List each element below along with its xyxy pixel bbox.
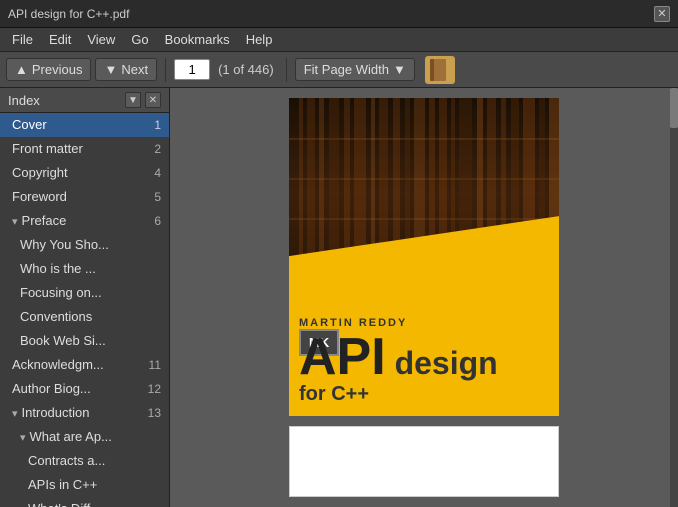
- toolbar-separator: [165, 58, 166, 82]
- sidebar-item[interactable]: APIs in C++: [0, 473, 169, 497]
- dropdown-arrow-icon: ▼: [393, 62, 406, 77]
- book-title-design: design: [386, 345, 498, 381]
- sidebar-item-label: Book Web Si...: [20, 333, 161, 348]
- up-arrow-icon: ▲: [15, 62, 28, 77]
- sidebar-item-label: Focusing on...: [20, 285, 161, 300]
- sidebar-item[interactable]: Who is the ...: [0, 257, 169, 281]
- sidebar-item[interactable]: Front matter2: [0, 137, 169, 161]
- fit-label: Fit Page Width: [304, 62, 389, 77]
- sidebar-item[interactable]: Conventions: [0, 305, 169, 329]
- sidebar-title: Index: [8, 93, 40, 108]
- sidebar-item[interactable]: Copyright4: [0, 161, 169, 185]
- book-subtitle: for C++: [299, 383, 549, 406]
- next-button[interactable]: ▼ Next: [95, 58, 157, 81]
- down-arrow-icon: ▼: [104, 62, 117, 77]
- sidebar-item-label: Copyright: [12, 165, 141, 180]
- sidebar-expand-arrow-icon: ▾: [12, 408, 18, 420]
- sidebar-item[interactable]: Acknowledgm...11: [0, 353, 169, 377]
- next-label: Next: [121, 62, 148, 77]
- menu-item-bookmarks[interactable]: Bookmarks: [157, 30, 238, 49]
- sidebar-header-buttons: ▼ ✕: [125, 92, 161, 108]
- sidebar-expand-arrow-icon: ▾: [12, 216, 18, 228]
- menu-item-help[interactable]: Help: [238, 30, 281, 49]
- book-title-api: API: [299, 328, 386, 386]
- sidebar-item-page: 1: [141, 118, 161, 132]
- sidebar-header: Index ▼ ✕: [0, 88, 169, 113]
- sidebar-item-label: APIs in C++: [28, 477, 161, 492]
- sidebar-item-label: Foreword: [12, 189, 141, 204]
- page-info: (1 of 446): [214, 62, 278, 77]
- sidebar-item-label: Cover: [12, 117, 141, 132]
- page-input[interactable]: [174, 59, 210, 80]
- sidebar-item-page: 11: [141, 358, 161, 372]
- sidebar-item-label: Who is the ...: [20, 261, 161, 276]
- sidebar-item-label: Author Biog...: [12, 381, 141, 396]
- book-main-title: API design: [299, 331, 549, 383]
- book-cover: MK MARTIN REDDY API design for C++: [289, 98, 559, 416]
- sidebar-close-button[interactable]: ✕: [145, 92, 161, 108]
- book-title-area: MARTIN REDDY API design for C++: [299, 317, 549, 406]
- sidebar-item[interactable]: ▾Preface6: [0, 209, 169, 233]
- title-bar: API design for C++.pdf ✕: [0, 0, 678, 28]
- scrollbar-thumb[interactable]: [670, 88, 678, 128]
- sidebar-item-page: 4: [141, 166, 161, 180]
- main-area: Index ▼ ✕ Cover1Front matter2Copyright4F…: [0, 88, 678, 507]
- sidebar-item-label: Front matter: [12, 141, 141, 156]
- toolbar: ▲ Previous ▼ Next (1 of 446) Fit Page Wi…: [0, 52, 678, 88]
- sidebar-item-label: Conventions: [20, 309, 161, 324]
- sidebar-item[interactable]: Contracts a...: [0, 449, 169, 473]
- sidebar-item[interactable]: What's Diff: [0, 497, 169, 507]
- sidebar: Index ▼ ✕ Cover1Front matter2Copyright4F…: [0, 88, 170, 507]
- content-area: MK MARTIN REDDY API design for C++: [170, 88, 678, 507]
- sidebar-item[interactable]: ▾Introduction13: [0, 401, 169, 425]
- fit-dropdown[interactable]: Fit Page Width ▼: [295, 58, 415, 81]
- sidebar-item-label: ▾Preface: [12, 213, 141, 228]
- menu-item-view[interactable]: View: [79, 30, 123, 49]
- sidebar-item-page: 5: [141, 190, 161, 204]
- menu-item-edit[interactable]: Edit: [41, 30, 79, 49]
- sidebar-item-page: 6: [141, 214, 161, 228]
- sidebar-item[interactable]: Focusing on...: [0, 281, 169, 305]
- page-preview: [289, 426, 559, 497]
- sidebar-item[interactable]: Author Biog...12: [0, 377, 169, 401]
- book-svg: [430, 58, 450, 82]
- sidebar-item-label: ▾What are Ap...: [20, 429, 161, 444]
- sidebar-item-label: Contracts a...: [28, 453, 161, 468]
- sidebar-item-label: ▾Introduction: [12, 405, 141, 420]
- prev-button[interactable]: ▲ Previous: [6, 58, 91, 81]
- sidebar-item-page: 2: [141, 142, 161, 156]
- sidebar-expand-arrow-icon: ▾: [20, 432, 26, 444]
- menu-item-go[interactable]: Go: [123, 30, 156, 49]
- sidebar-item[interactable]: ▾What are Ap...: [0, 425, 169, 449]
- sidebar-item[interactable]: Book Web Si...: [0, 329, 169, 353]
- sidebar-item[interactable]: Foreword5: [0, 185, 169, 209]
- sidebar-item-label: Acknowledgm...: [12, 357, 141, 372]
- sidebar-item-page: 12: [141, 382, 161, 396]
- sidebar-item[interactable]: Cover1: [0, 113, 169, 137]
- menu-item-file[interactable]: File: [4, 30, 41, 49]
- sidebar-item-page: 13: [141, 406, 161, 420]
- toolbar-separator2: [286, 58, 287, 82]
- sidebar-item[interactable]: Why You Sho...: [0, 233, 169, 257]
- scrollbar[interactable]: [670, 88, 678, 507]
- window-title: API design for C++.pdf: [8, 7, 129, 21]
- sidebar-items-list: Cover1Front matter2Copyright4Foreword5▾P…: [0, 113, 169, 507]
- sidebar-item-label: What's Diff: [28, 501, 161, 507]
- menu-bar: FileEditViewGoBookmarksHelp: [0, 28, 678, 52]
- prev-label: Previous: [32, 62, 83, 77]
- sidebar-collapse-button[interactable]: ▼: [125, 92, 141, 108]
- book-icon[interactable]: [425, 56, 455, 84]
- sidebar-item-label: Why You Sho...: [20, 237, 161, 252]
- close-button[interactable]: ✕: [654, 6, 670, 22]
